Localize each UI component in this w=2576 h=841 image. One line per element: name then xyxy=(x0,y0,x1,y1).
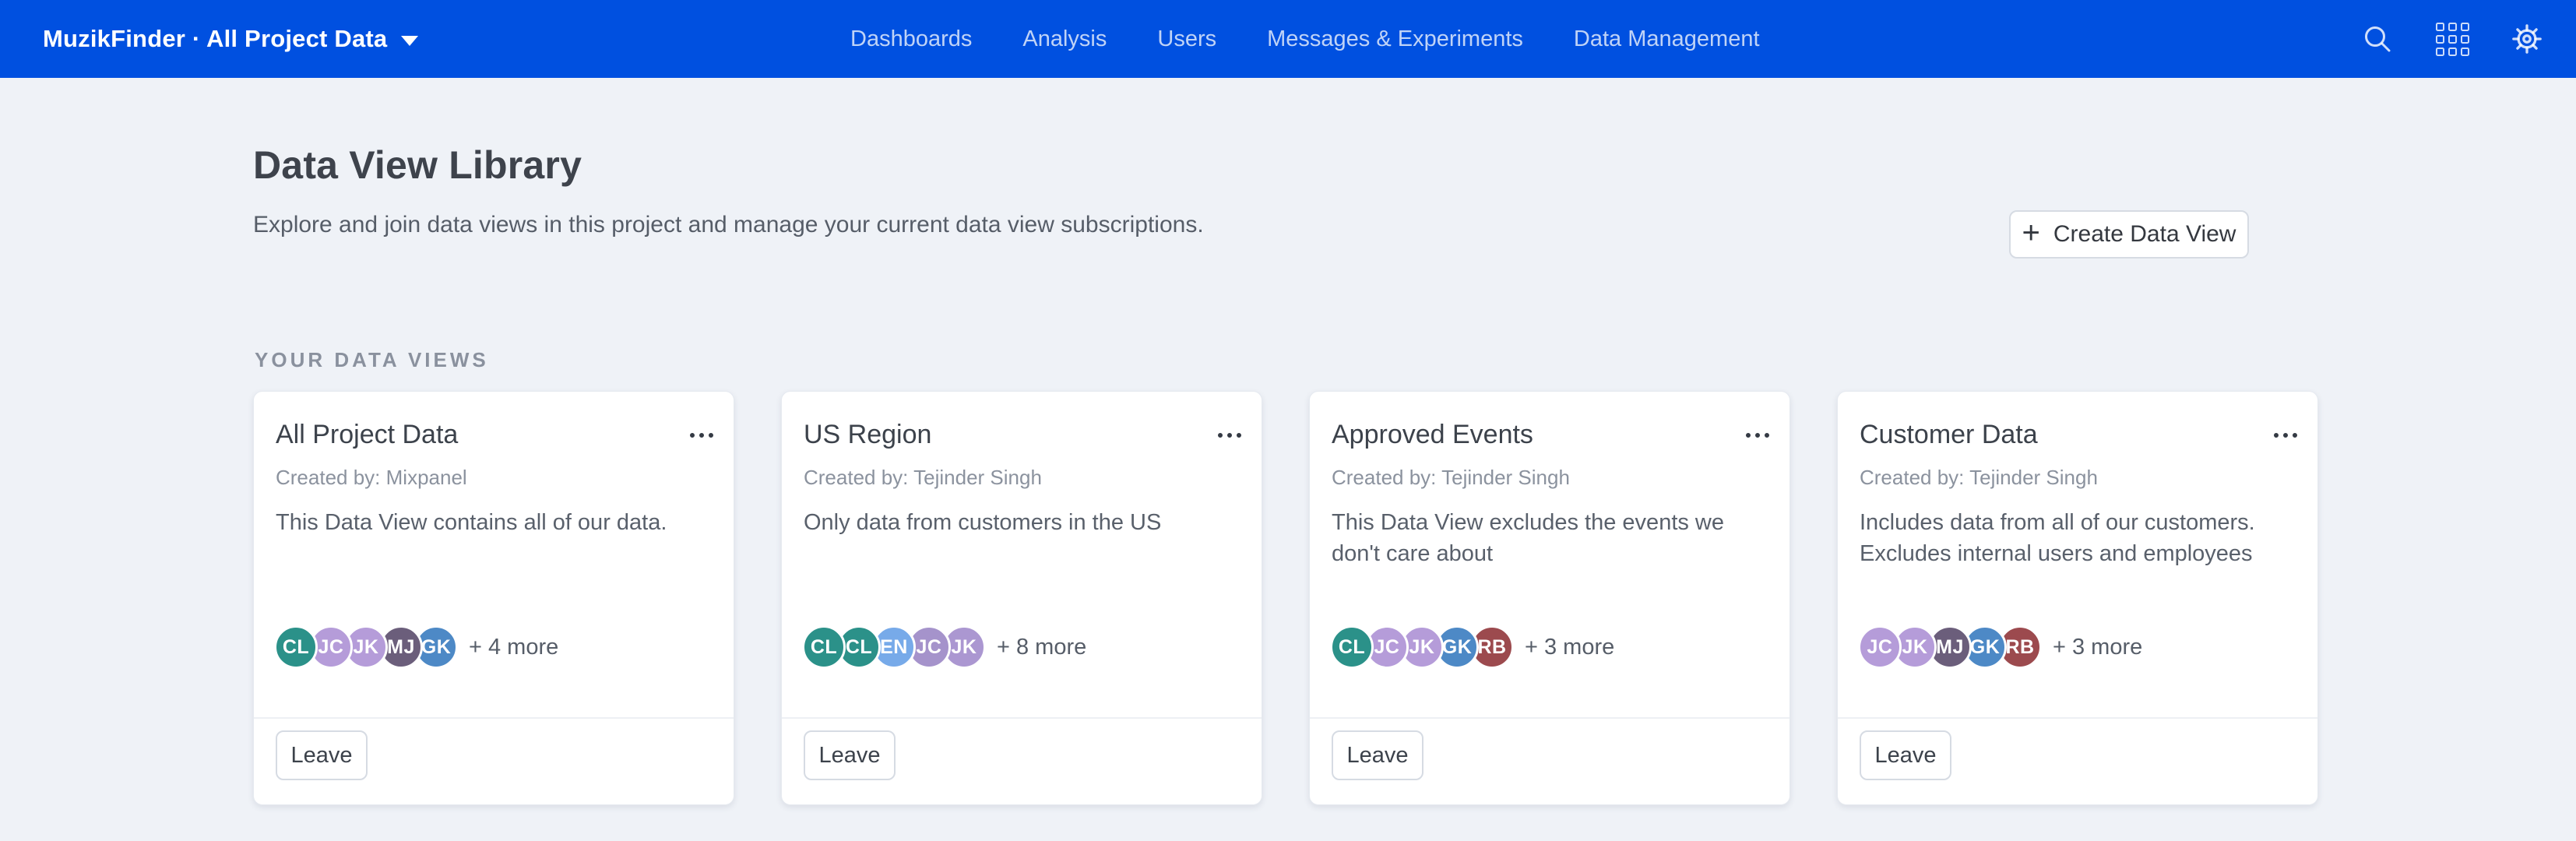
topbar: MuzikFinder · All Project Data Dashboard… xyxy=(0,0,2576,78)
avatar-stack: CLJCJKGKRB+ 3 more xyxy=(1330,625,1614,669)
avatar: CL xyxy=(802,625,846,669)
card-menu-button[interactable] xyxy=(1744,428,1771,442)
leave-button[interactable]: Leave xyxy=(1332,730,1423,780)
project-switcher-label: MuzikFinder · All Project Data xyxy=(43,25,387,53)
card-title: US Region xyxy=(804,420,931,450)
card-created-by: Created by: Tejinder Singh xyxy=(804,466,1042,490)
avatar-more-count: + 3 more xyxy=(2053,635,2142,660)
card-description: This Data View excludes the events we do… xyxy=(1332,507,1769,569)
menu-dot-icon xyxy=(1746,433,1751,438)
data-view-card-all-project-data: All Project Data Created by: Mixpanel Th… xyxy=(253,391,734,805)
avatar-stack: CLCLENJCJK+ 8 more xyxy=(802,625,1086,669)
avatar-more-count: + 4 more xyxy=(469,635,558,660)
search-icon[interactable] xyxy=(2361,23,2394,55)
menu-dot-icon xyxy=(2283,433,2288,438)
nav-item-dashboards[interactable]: Dashboards xyxy=(850,26,972,52)
card-divider xyxy=(254,717,734,719)
data-view-card-approved-events: Approved Events Created by: Tejinder Sin… xyxy=(1309,391,1790,805)
menu-dot-icon xyxy=(1237,433,1241,438)
main-nav: Dashboards Analysis Users Messages & Experi… xyxy=(850,0,1760,78)
leave-button[interactable]: Leave xyxy=(276,730,368,780)
card-created-by: Created by: Mixpanel xyxy=(276,466,467,490)
project-switcher[interactable]: MuzikFinder · All Project Data xyxy=(43,0,418,78)
section-label: YOUR DATA VIEWS xyxy=(255,348,489,372)
card-description: Only data from customers in the US xyxy=(804,507,1241,538)
card-created-by: Created by: Tejinder Singh xyxy=(1332,466,1570,490)
page-subtitle: Explore and join data views in this proj… xyxy=(253,212,1204,238)
data-view-card-us-region: US Region Created by: Tejinder Singh Onl… xyxy=(781,391,1262,805)
nav-item-data-management[interactable]: Data Management xyxy=(1574,26,1760,52)
avatar-more-count: + 3 more xyxy=(1525,635,1614,660)
data-view-card-customer-data: Customer Data Created by: Tejinder Singh… xyxy=(1837,391,2318,805)
avatar: CL xyxy=(274,625,318,669)
leave-button[interactable]: Leave xyxy=(804,730,896,780)
card-menu-button[interactable] xyxy=(2272,428,2299,442)
data-view-cards: All Project Data Created by: Mixpanel Th… xyxy=(253,391,2318,805)
card-title: Approved Events xyxy=(1332,420,1533,450)
avatar: CL xyxy=(1330,625,1374,669)
chevron-down-icon xyxy=(401,36,418,46)
menu-dot-icon xyxy=(699,433,704,438)
page-title: Data View Library xyxy=(253,143,582,188)
create-data-view-button[interactable]: + Create Data View xyxy=(2009,210,2249,259)
menu-dot-icon xyxy=(1755,433,1760,438)
apps-grid-icon[interactable] xyxy=(2436,23,2469,55)
card-title: Customer Data xyxy=(1860,420,2038,450)
leave-button[interactable]: Leave xyxy=(1860,730,1951,780)
card-description: This Data View contains all of our data. xyxy=(276,507,713,538)
nav-item-analysis[interactable]: Analysis xyxy=(1022,26,1107,52)
create-data-view-label: Create Data View xyxy=(2053,221,2236,248)
menu-dot-icon xyxy=(2293,433,2297,438)
menu-dot-icon xyxy=(1227,433,1232,438)
card-created-by: Created by: Tejinder Singh xyxy=(1860,466,2098,490)
card-description: Includes data from all of our customers.… xyxy=(1860,507,2297,569)
settings-gear-icon[interactable] xyxy=(2511,23,2543,55)
card-divider xyxy=(782,717,1262,719)
menu-dot-icon xyxy=(1765,433,1769,438)
nav-item-messages-experiments[interactable]: Messages & Experiments xyxy=(1267,26,1523,52)
menu-dot-icon xyxy=(2274,433,2279,438)
menu-dot-icon xyxy=(1218,433,1223,438)
card-menu-button[interactable] xyxy=(688,428,715,442)
nav-item-users[interactable]: Users xyxy=(1157,26,1216,52)
avatar-more-count: + 8 more xyxy=(997,635,1086,660)
plus-icon: + xyxy=(2022,217,2040,248)
avatar-stack: JCJKMJGKRB+ 3 more xyxy=(1858,625,2142,669)
menu-dot-icon xyxy=(690,433,695,438)
card-menu-button[interactable] xyxy=(1216,428,1243,442)
topbar-icons xyxy=(2361,0,2543,78)
avatar-stack: CLJCJKMJGK+ 4 more xyxy=(274,625,558,669)
card-divider xyxy=(1310,717,1789,719)
menu-dot-icon xyxy=(709,433,713,438)
card-title: All Project Data xyxy=(276,420,458,450)
avatar: JC xyxy=(1858,625,1902,669)
card-divider xyxy=(1838,717,2317,719)
